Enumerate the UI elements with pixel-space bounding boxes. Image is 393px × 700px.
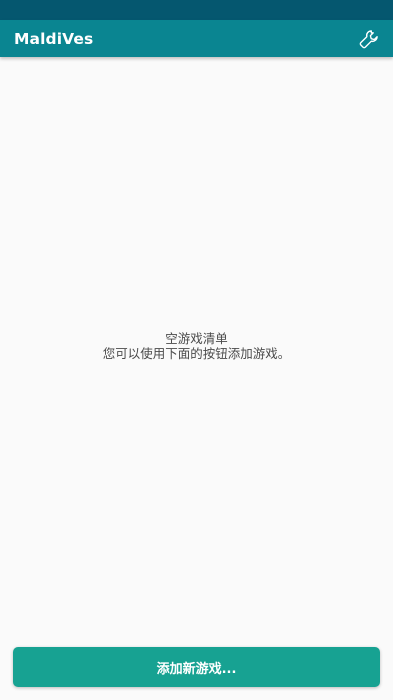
- app-bar: MaldiVes: [0, 20, 393, 57]
- wrench-icon: [359, 29, 378, 48]
- add-game-button[interactable]: 添加新游戏...: [13, 647, 380, 687]
- app-title: MaldiVes: [14, 29, 94, 48]
- empty-state-title: 空游戏清单: [165, 331, 228, 346]
- status-bar: [0, 0, 393, 20]
- settings-button[interactable]: [357, 27, 381, 51]
- empty-state: 空游戏清单 您可以使用下面的按钮添加游戏。: [0, 331, 393, 361]
- empty-state-message: 您可以使用下面的按钮添加游戏。: [102, 346, 291, 361]
